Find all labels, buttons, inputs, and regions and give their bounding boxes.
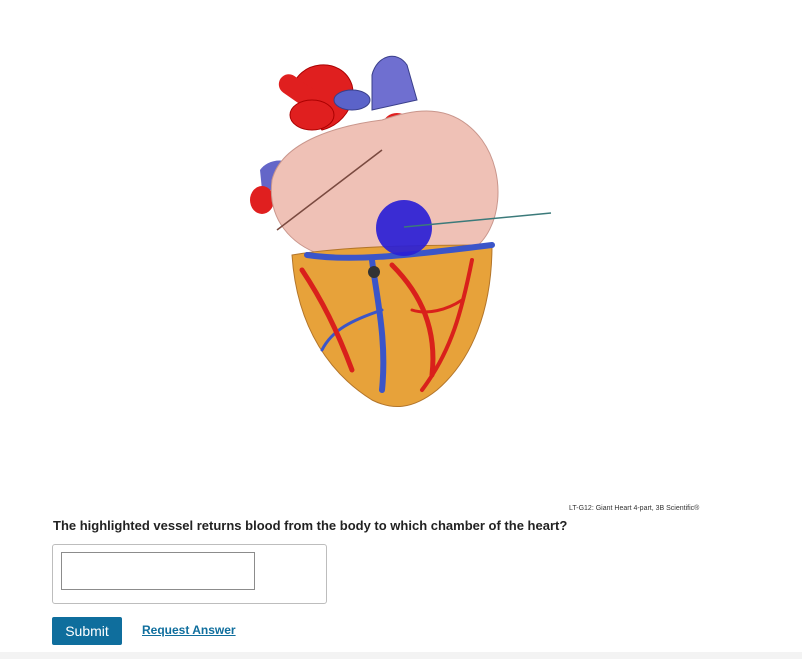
question-text: The highlighted vessel returns blood fro… <box>53 518 568 533</box>
answer-input[interactable] <box>61 552 255 590</box>
request-answer-link[interactable]: Request Answer <box>142 623 236 637</box>
submit-button[interactable]: Submit <box>52 617 122 645</box>
footer-strip <box>0 652 802 659</box>
heart-model-image <box>250 55 552 408</box>
heart-figure: LT-G12: Giant Heart 4-part, 3B Scientifi… <box>52 30 732 512</box>
ventricles <box>291 244 493 408</box>
image-credit: LT-G12: Giant Heart 4-part, 3B Scientifi… <box>569 505 700 512</box>
highlighted-vessel <box>376 200 432 256</box>
answer-container <box>52 544 327 604</box>
